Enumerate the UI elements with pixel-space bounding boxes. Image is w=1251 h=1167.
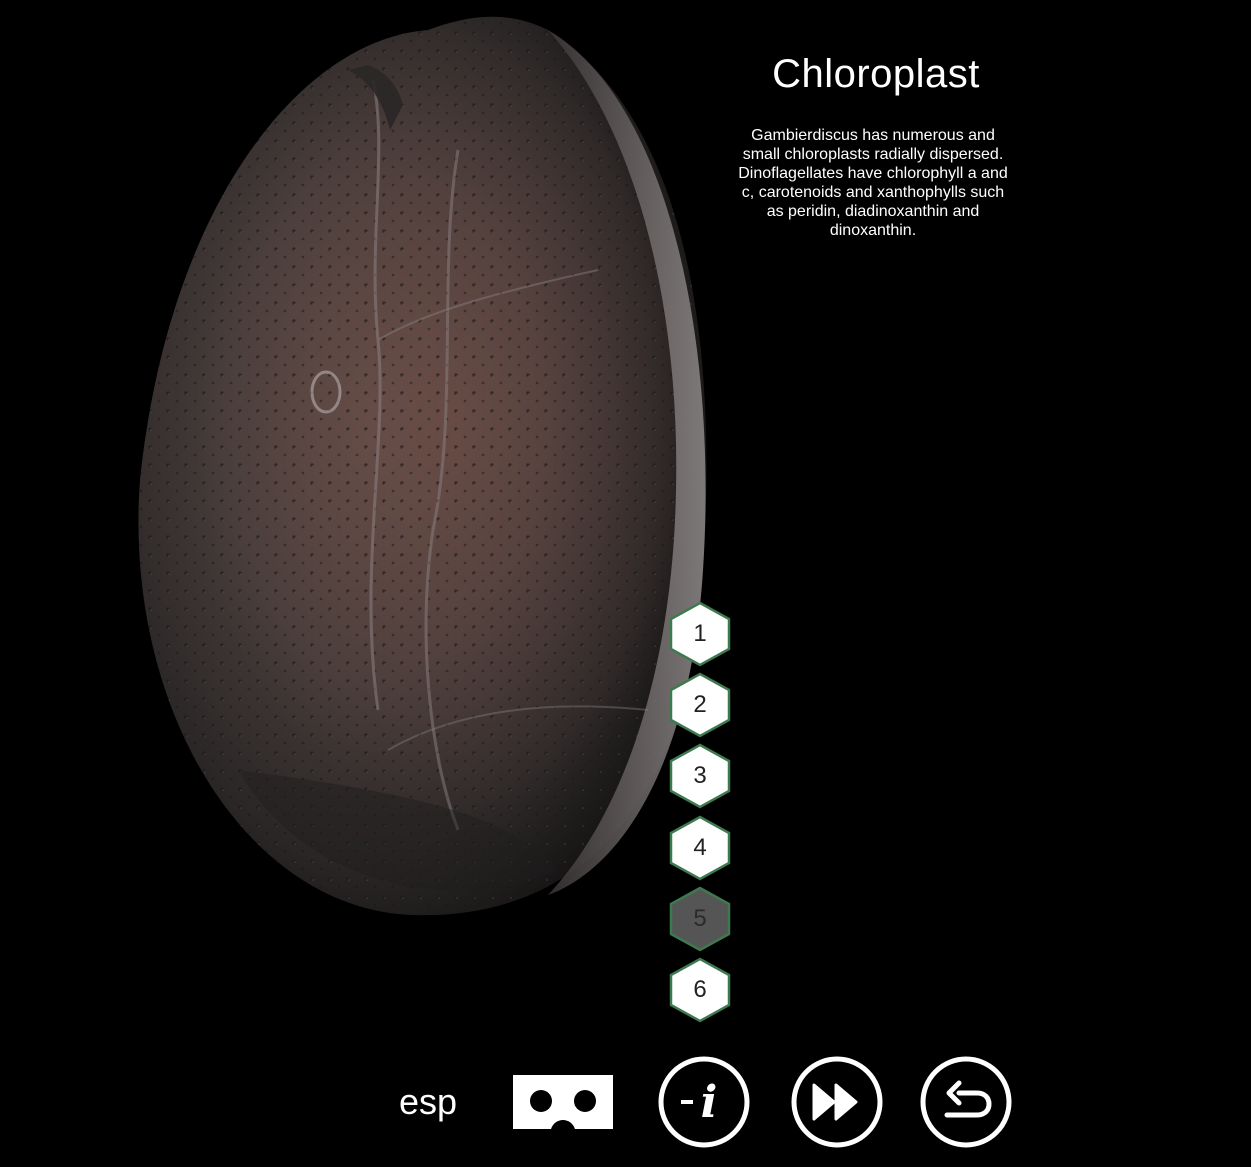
info-button[interactable]: i — [657, 1055, 751, 1149]
info-description: Gambierdiscus has numerous and small chl… — [738, 127, 1008, 239]
svg-text:i: i — [701, 1077, 718, 1128]
cell-render — [138, 16, 707, 916]
info-icon: i — [658, 1056, 750, 1148]
info-title: Chloroplast — [772, 52, 980, 96]
step-number: 2 — [693, 691, 707, 718]
step-number: 1 — [693, 620, 707, 647]
step-number: 3 — [693, 762, 707, 789]
step-number: 6 — [693, 976, 707, 1003]
step-button-1[interactable]: 1 — [668, 601, 732, 667]
gambierdiscus-3d-model[interactable] — [128, 10, 718, 930]
step-button-5[interactable]: 5 — [668, 886, 732, 952]
back-button[interactable] — [919, 1055, 1013, 1149]
step-button-2[interactable]: 2 — [668, 672, 732, 738]
vr-button[interactable] — [509, 1071, 617, 1135]
step-number: 4 — [693, 834, 707, 861]
viewer-stage: Chloroplast Gambierdiscus has numerous a… — [0, 0, 1251, 1167]
step-button-4[interactable]: 4 — [668, 815, 732, 881]
step-button-3[interactable]: 3 — [668, 743, 732, 809]
step-number: 5 — [693, 905, 707, 932]
vr-headset-icon — [513, 1075, 613, 1129]
language-toggle[interactable]: esp — [399, 1080, 457, 1124]
fast-forward-icon — [791, 1056, 883, 1148]
back-arrow-icon — [920, 1056, 1012, 1148]
step-button-6[interactable]: 6 — [668, 957, 732, 1023]
fast-forward-button[interactable] — [790, 1055, 884, 1149]
